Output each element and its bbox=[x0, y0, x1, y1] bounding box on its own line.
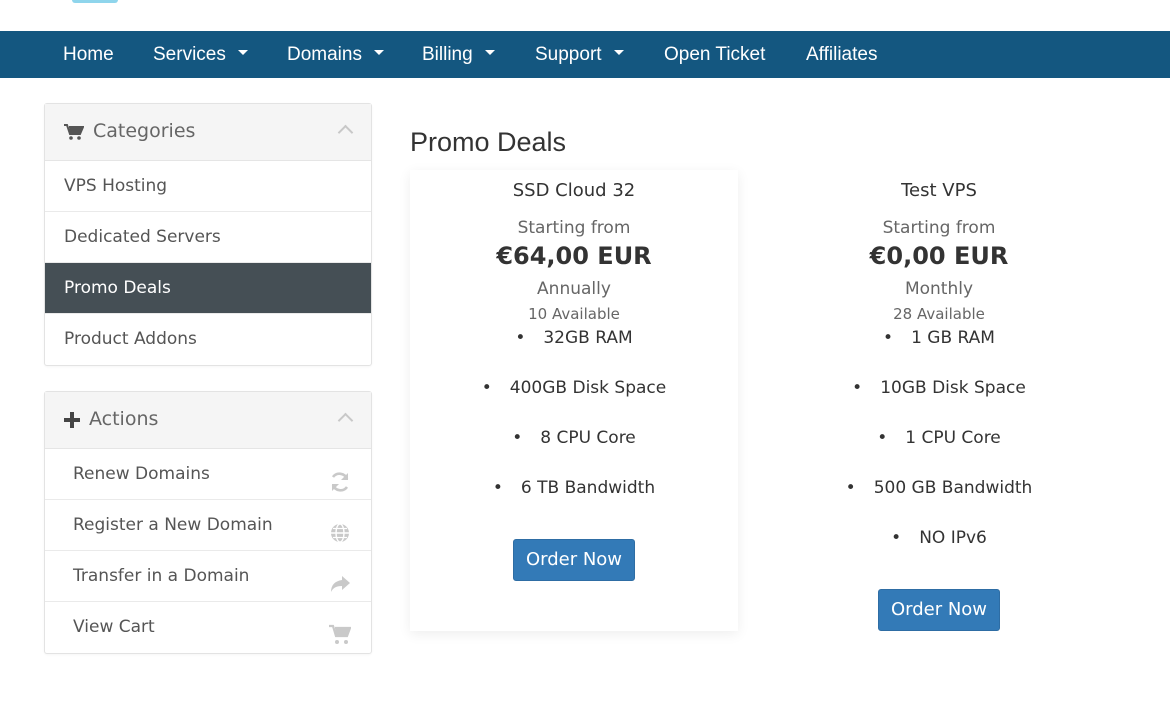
nav-domains-label: Domains bbox=[287, 44, 362, 65]
product-price: €64,00 EUR bbox=[496, 242, 652, 270]
action-renew-domains[interactable]: Renew Domains bbox=[45, 449, 371, 500]
chevron-up-icon[interactable] bbox=[337, 124, 354, 141]
product-card-ssd-cloud-32: SSD Cloud 32 Starting from €64,00 EUR An… bbox=[410, 170, 738, 631]
feature-item: 1 CPU Core bbox=[775, 427, 1103, 477]
feature-item: 500 GB Bandwidth bbox=[775, 477, 1103, 527]
nav-support-label: Support bbox=[535, 44, 602, 65]
plus-icon bbox=[64, 412, 80, 432]
actions-panel: Actions Renew Domains Register a New Dom… bbox=[44, 391, 372, 654]
nav-domains[interactable]: Domains bbox=[287, 31, 384, 78]
feature-item: 32GB RAM bbox=[410, 327, 738, 377]
shopping-cart-icon bbox=[329, 616, 352, 644]
order-now-button[interactable]: Order Now bbox=[878, 589, 1000, 631]
feature-item: NO IPv6 bbox=[775, 527, 1103, 577]
nav-affiliates-label: Affiliates bbox=[806, 44, 878, 65]
order-now-button[interactable]: Order Now bbox=[513, 539, 635, 581]
category-dedicated-servers[interactable]: Dedicated Servers bbox=[45, 212, 371, 263]
categories-panel: Categories VPS Hosting Dedicated Servers… bbox=[44, 103, 372, 366]
billing-cycle: Annually bbox=[537, 279, 611, 299]
nav-support[interactable]: Support bbox=[535, 31, 624, 78]
actions-panel-header[interactable]: Actions bbox=[45, 392, 371, 449]
refresh-icon bbox=[329, 463, 351, 492]
nav-open-ticket[interactable]: Open Ticket bbox=[664, 31, 765, 78]
caret-down-icon bbox=[613, 50, 624, 56]
action-transfer-domain-label: Transfer in a Domain bbox=[73, 566, 250, 586]
action-view-cart[interactable]: View Cart bbox=[45, 602, 371, 653]
nav-open-ticket-label: Open Ticket bbox=[664, 44, 766, 65]
nav-services[interactable]: Services bbox=[153, 31, 248, 78]
feature-list: 32GB RAM 400GB Disk Space 8 CPU Core 6 T… bbox=[410, 327, 738, 527]
logo[interactable]: ▔▔▔▔▔▔▔ bbox=[124, 0, 201, 5]
caret-down-icon bbox=[373, 50, 384, 56]
availability: 28 Available bbox=[893, 305, 985, 323]
action-register-domain[interactable]: Register a New Domain bbox=[45, 500, 371, 551]
share-arrow-icon bbox=[329, 565, 351, 592]
feature-item: 400GB Disk Space bbox=[410, 377, 738, 427]
feature-list: 1 GB RAM 10GB Disk Space 1 CPU Core 500 … bbox=[775, 327, 1103, 577]
feature-item: 8 CPU Core bbox=[410, 427, 738, 477]
nav-billing-label: Billing bbox=[422, 44, 473, 65]
nav-affiliates[interactable]: Affiliates bbox=[806, 31, 877, 78]
feature-item: 6 TB Bandwidth bbox=[410, 477, 738, 527]
product-price: €0,00 EUR bbox=[869, 242, 1009, 270]
nav-billing[interactable]: Billing bbox=[422, 31, 495, 78]
logo-icon[interactable] bbox=[72, 0, 118, 3]
action-view-cart-label: View Cart bbox=[73, 617, 155, 637]
header-logo-area: ▔▔▔▔▔▔▔ bbox=[0, 0, 1170, 31]
category-product-addons[interactable]: Product Addons bbox=[45, 314, 371, 365]
category-vps-hosting[interactable]: VPS Hosting bbox=[45, 161, 371, 212]
main-navbar: Home Services Domains Billing Support Op… bbox=[0, 31, 1170, 78]
product-card-test-vps: Test VPS Starting from €0,00 EUR Monthly… bbox=[775, 170, 1103, 631]
category-promo-deals[interactable]: Promo Deals bbox=[45, 263, 371, 314]
page-title: Promo Deals bbox=[410, 127, 567, 157]
categories-title: Categories bbox=[93, 120, 196, 142]
billing-cycle: Monthly bbox=[904, 279, 974, 299]
actions-title: Actions bbox=[89, 408, 159, 430]
feature-item: 10GB Disk Space bbox=[775, 377, 1103, 427]
globe-icon bbox=[329, 514, 351, 543]
caret-down-icon bbox=[484, 50, 495, 56]
chevron-up-icon[interactable] bbox=[337, 412, 354, 429]
starting-from-label: Starting from bbox=[882, 218, 996, 238]
product-name: SSD Cloud 32 bbox=[512, 180, 636, 201]
caret-down-icon bbox=[237, 50, 248, 56]
availability: 10 Available bbox=[528, 305, 620, 323]
nav-home[interactable]: Home bbox=[63, 31, 114, 78]
action-register-domain-label: Register a New Domain bbox=[73, 515, 273, 535]
product-name: Test VPS bbox=[901, 180, 977, 201]
action-renew-domains-label: Renew Domains bbox=[73, 464, 210, 484]
feature-item: 1 GB RAM bbox=[775, 327, 1103, 377]
action-transfer-domain[interactable]: Transfer in a Domain bbox=[45, 551, 371, 602]
shopping-cart-icon bbox=[64, 124, 85, 145]
nav-home-label: Home bbox=[63, 44, 114, 65]
starting-from-label: Starting from bbox=[517, 218, 631, 238]
nav-services-label: Services bbox=[153, 44, 226, 65]
categories-panel-header[interactable]: Categories bbox=[45, 104, 371, 161]
